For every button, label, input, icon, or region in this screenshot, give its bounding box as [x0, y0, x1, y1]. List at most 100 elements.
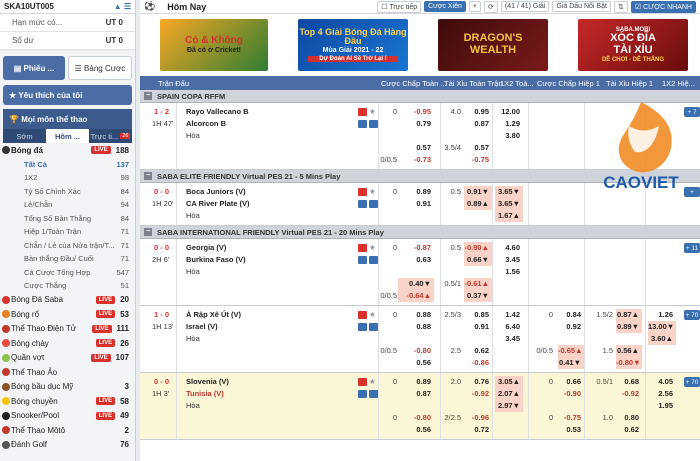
banner-xoc-dia[interactable]: SABA.MOBI XÓC ĐĨA TÀI XỈU DỄ CHƠI - DỄ THẮN…: [578, 19, 688, 71]
odds-cell[interactable]: 2.97▼: [495, 400, 523, 412]
odds-cell[interactable]: 0.76: [464, 376, 492, 388]
banner-top4[interactable]: Top 4 Giải Bóng Đá Hàng Đầu Mùa Giải 2021…: [298, 19, 408, 71]
odds-cell[interactable]: 12.00: [495, 106, 523, 118]
odds-cell[interactable]: 0.68: [616, 376, 642, 388]
sort-icon[interactable]: ⇅: [613, 0, 628, 13]
live-tv-icon[interactable]: [358, 311, 367, 319]
odds-cell[interactable]: 3.60▲: [648, 333, 676, 345]
sport-item[interactable]: Thể Thao Môtô 2: [0, 423, 135, 438]
favorite-star-icon[interactable]: ★: [369, 242, 376, 254]
refresh-icon[interactable]: ⟳: [484, 0, 498, 13]
football-market-item[interactable]: 1X2 98: [0, 171, 135, 185]
odds-cell[interactable]: 0.88: [398, 321, 434, 333]
odds-cell[interactable]: -0.73: [398, 154, 434, 166]
odds-cell[interactable]: 0.79: [398, 118, 434, 130]
odds-cell[interactable]: 4.05: [648, 376, 676, 388]
odds-cell[interactable]: 0.87: [398, 388, 434, 400]
odds-cell[interactable]: -0.64▲: [398, 290, 434, 302]
odds-cell[interactable]: 0.57: [398, 142, 434, 154]
odds-cell[interactable]: -0.96: [464, 412, 492, 424]
odds-cell[interactable]: 0.87: [464, 118, 492, 130]
favorite-star-icon[interactable]: ★: [369, 186, 376, 198]
bet-list-tab[interactable]: ☰ Bảng Cược: [68, 56, 132, 80]
stats-icon[interactable]: [358, 323, 367, 331]
odds-cell[interactable]: 3.05▲: [495, 376, 523, 388]
live-checkbox[interactable]: ☐ Trực tiếp: [377, 0, 422, 13]
cash-icon[interactable]: [369, 256, 378, 264]
odds-cell[interactable]: 0.89▲: [464, 198, 492, 210]
odds-cell[interactable]: 0.63: [398, 254, 434, 266]
live-tv-icon[interactable]: [358, 244, 367, 252]
odds-cell[interactable]: 0.92: [558, 321, 584, 333]
account-header[interactable]: SKA10UT005 ▲ ☰: [0, 0, 135, 14]
sport-item[interactable]: Bóng chày LIVE 26: [0, 336, 135, 351]
league-header[interactable]: − SABA INTERNATIONAL FRIENDLY Virtual PES…: [140, 226, 700, 239]
league-filter[interactable]: (41 / 41) Giải: [500, 1, 550, 12]
add-button[interactable]: +: [468, 1, 482, 12]
football-market-item[interactable]: Tỷ Số Chính Xác 84: [0, 185, 135, 199]
odds-cell[interactable]: -0.95: [398, 106, 434, 118]
tab-today[interactable]: Hôm ...: [46, 129, 89, 143]
football-market-item[interactable]: Chẵn / Lẻ của Nửa trận/T... 71: [0, 239, 135, 253]
odds-cell[interactable]: 6.40: [495, 321, 523, 333]
odds-cell[interactable]: -0.92: [616, 388, 642, 400]
odds-cell[interactable]: 0.91▼: [464, 186, 492, 198]
odds-cell[interactable]: 0.89: [398, 186, 434, 198]
odds-cell[interactable]: 0.56: [398, 357, 434, 369]
bet-slip-tab[interactable]: ▤ Phiếu ...: [3, 56, 65, 80]
sport-item[interactable]: Đánh Golf 76: [0, 438, 135, 453]
cash-icon[interactable]: [369, 323, 378, 331]
stats-icon[interactable]: [358, 200, 367, 208]
odds-cell[interactable]: 3.45: [495, 254, 523, 266]
sport-item[interactable]: Thể Thao Điện Tử LIVE 111: [0, 322, 135, 337]
banner-dragons-wealth[interactable]: DRAGON'S WEALTH: [438, 19, 548, 71]
quick-bet-toggle[interactable]: ☑ CƯỢC NHANH: [630, 0, 696, 13]
more-markets-button[interactable]: + 70: [684, 377, 700, 387]
odds-cell[interactable]: 13.00▼: [648, 321, 676, 333]
live-tv-icon[interactable]: [358, 188, 367, 196]
favorite-star-icon[interactable]: ★: [369, 106, 376, 118]
collapse-icon[interactable]: −: [144, 172, 152, 180]
football-market-item[interactable]: Bàn thắng Đầu/ Cuối 71: [0, 252, 135, 266]
sport-item[interactable]: Bóng Đá Saba LIVE 20: [0, 293, 135, 308]
odds-cell[interactable]: 3.45: [495, 333, 523, 345]
odds-cell[interactable]: 0.88: [398, 309, 434, 321]
odds-cell[interactable]: 0.85: [464, 309, 492, 321]
favorites-button[interactable]: ★ Yêu thích của tôi: [3, 85, 132, 105]
odds-cell[interactable]: 0.62: [616, 424, 642, 436]
odds-cell[interactable]: 0.91: [398, 198, 434, 210]
odds-cell[interactable]: -0.75: [464, 154, 492, 166]
odds-cell[interactable]: 0.62: [464, 345, 492, 357]
football-market-item[interactable]: Tất Cả 137: [0, 158, 135, 172]
stats-icon[interactable]: [358, 390, 367, 398]
odds-cell[interactable]: 0.66: [558, 376, 584, 388]
tab-live[interactable]: Trực ti... 26: [89, 129, 132, 143]
odds-cell[interactable]: -0.80▼: [616, 357, 642, 369]
sport-item[interactable]: Bóng rổ LIVE 53: [0, 307, 135, 322]
odds-cell[interactable]: 0.56: [398, 424, 434, 436]
odds-cell[interactable]: -0.92: [464, 388, 492, 400]
odds-cell[interactable]: 0.66▼: [464, 254, 492, 266]
more-markets-button[interactable]: + 70: [684, 310, 700, 320]
odds-cell[interactable]: 0.89: [398, 376, 434, 388]
sport-item[interactable]: Bóng bầu dục Mỹ 3: [0, 380, 135, 395]
odds-cell[interactable]: -0.87: [398, 242, 434, 254]
odds-cell[interactable]: -0.61▲: [464, 278, 492, 290]
odds-cell[interactable]: 0.53: [558, 424, 584, 436]
football-market-item[interactable]: Tổng Số Bàn Thắng 84: [0, 212, 135, 226]
odds-cell[interactable]: 1.95: [648, 400, 676, 412]
odds-cell[interactable]: 0.91: [464, 321, 492, 333]
odds-cell[interactable]: -0.75: [558, 412, 584, 424]
live-tv-icon[interactable]: [358, 108, 367, 116]
football-market-item[interactable]: Cược Thắng 51: [0, 279, 135, 293]
odds-cell[interactable]: 3.80: [495, 130, 523, 142]
odds-cell[interactable]: 3.65▼: [495, 198, 523, 210]
odds-cell[interactable]: -0.90▲: [464, 242, 492, 254]
sport-item[interactable]: Thể Thao Ảo: [0, 365, 135, 380]
stats-icon[interactable]: [358, 120, 367, 128]
odds-cell[interactable]: 1.42: [495, 309, 523, 321]
odds-cell[interactable]: -0.80: [398, 345, 434, 357]
football-market-item[interactable]: Cá Cược Tổng Hợp 547: [0, 266, 135, 280]
odds-type-select[interactable]: Giá Dấu Nổi Bật: [552, 1, 611, 12]
football-market-item[interactable]: Lẻ/Chẵn 94: [0, 198, 135, 212]
